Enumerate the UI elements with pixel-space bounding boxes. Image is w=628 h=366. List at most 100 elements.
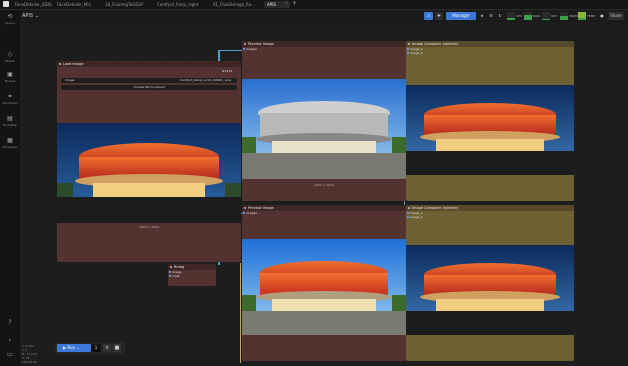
gpu-meter-fill <box>542 19 550 20</box>
link-wire <box>240 263 241 363</box>
sidebar-item-queue[interactable]: ⟲ Queue <box>0 13 20 26</box>
sidebar-item-templates[interactable]: ▦ Templates <box>0 137 20 150</box>
sidebar: ⟲ Queue ◇ Nodes ▣ Models ⚭ Workflows ▤ NodeMa… <box>0 10 21 366</box>
batch-count-input[interactable]: 1 <box>91 344 101 352</box>
preview-image-node-2[interactable]: Preview Image images <box>242 205 406 361</box>
map-icon: ▤ <box>7 115 13 122</box>
node-title[interactable]: Load Image <box>57 61 241 67</box>
star-icon: ★ <box>480 13 484 18</box>
share-button[interactable]: Share <box>608 12 624 20</box>
new-tab-icon[interactable]: + <box>292 0 297 7</box>
ram-meter <box>524 12 532 20</box>
sidebar-item-label: Templates <box>2 145 18 149</box>
canvas-stats: T: 0.00s I: 0 N: 17 [17] V: 28 FPS:60.00 <box>22 344 37 364</box>
temp-meter-fill <box>578 17 586 20</box>
input-slot[interactable]: image_b <box>406 51 574 55</box>
help-button[interactable]: ? <box>0 320 20 327</box>
cpu-meter <box>507 12 515 20</box>
graph-canvas[interactable]: Load Image #1234 image ComfyUI_temp_vyrj… <box>20 23 628 366</box>
image-comparer-node-2[interactable]: Image Comparer (rgthree) image_a image_b <box>406 205 574 361</box>
image-comparer-node-1[interactable]: Image Comparer (rgthree) image_a image_b <box>406 41 574 201</box>
sidebar-item-nodes[interactable]: ◇ Nodes <box>0 52 20 64</box>
red-pavilion-compare-image <box>406 85 574 175</box>
input-slot[interactable]: image_b <box>406 215 574 219</box>
comfy-logo-icon[interactable] <box>3 1 9 7</box>
ram-meter-fill <box>524 15 532 20</box>
gear-icon: ⚙ <box>489 13 493 18</box>
sidebar-item-label: NodeMap <box>2 123 18 127</box>
top-toolbar: APIS ⌄ ⚠ ✚ Manager ★ ⚙ ↻ CPU RAM GPU VRA… <box>20 10 628 23</box>
vram-meter-label: VRAM <box>569 14 578 18</box>
image-file-value: ComfyUI_temp_vyrjm_00001_.png <box>179 78 231 82</box>
cancel-button[interactable]: × <box>103 344 111 352</box>
sidebar-item-workflows[interactable]: ⚭ Workflows <box>0 94 20 106</box>
temp-meter-label: TEMP <box>587 14 596 18</box>
cpu-meter-fill <box>507 18 515 20</box>
loaded-image <box>57 123 241 223</box>
play-icon: ▶ <box>63 345 67 350</box>
input-slot[interactable]: images <box>242 211 406 215</box>
tab-flux-img-gguf[interactable]: 18_FluxImgToGGUF <box>102 1 148 8</box>
stop-button[interactable]: ■ <box>113 344 121 352</box>
workspace-name: APIS <box>22 13 34 19</box>
image-size-label: 1024 × 1024 <box>314 183 334 187</box>
chevron-down-icon: ⌄ <box>76 345 80 350</box>
help-icon: ? <box>8 319 12 326</box>
sidebar-item-label: Workflows <box>2 101 18 105</box>
close-tab-icon[interactable]: × <box>285 0 288 5</box>
template-icon: ▦ <box>7 137 13 144</box>
input-slot[interactable]: images <box>242 47 406 51</box>
link-wire <box>218 50 242 51</box>
stat-line: FPS:60.00 <box>22 360 38 364</box>
tab-bar: FaceDetailer_SDXL FaceDetailer_Mix 18_Fl… <box>0 0 628 10</box>
sidebar-item-label: Queue <box>5 21 15 25</box>
sidebar-item-nodemap[interactable]: ▤ NodeMap <box>0 115 20 128</box>
tab-comfyui-fresp[interactable]: ComfyUI_fresp_night <box>154 1 206 8</box>
star-button[interactable]: ★ <box>478 12 486 20</box>
vram-meter-fill <box>560 16 568 20</box>
run-button[interactable]: ▶ Run ⌄ <box>57 344 95 352</box>
stop-icon: ■ <box>114 345 120 351</box>
white-pavilion-image <box>242 79 406 179</box>
gpu-meter-label: GPU <box>551 14 558 18</box>
tab-faceDetailer-sdxl[interactable]: FaceDetailer_SDXL <box>12 1 58 8</box>
tab-flux-storage[interactable]: 01_FluxStorage_flu... <box>210 1 266 8</box>
image-combo-widget[interactable]: image ComfyUI_temp_vyrjm_00001_.png <box>61 78 237 83</box>
sidebar-item-models[interactable]: ▣ Models <box>0 71 20 84</box>
upload-button[interactable]: choose file to upload <box>61 85 237 90</box>
vram-meter <box>560 12 568 20</box>
restart-button[interactable]: ↻ <box>496 12 504 20</box>
gpu-meter <box>542 12 550 20</box>
cube-icon: ▣ <box>7 71 13 78</box>
sidebar-item-label: Models <box>4 79 16 83</box>
preview-image-2 <box>242 239 406 335</box>
refresh-icon: ↻ <box>498 13 502 18</box>
gear-button[interactable]: ⚙ <box>487 12 495 20</box>
console-button[interactable]: ⌞ <box>0 336 20 343</box>
alert-button[interactable]: ⚠ <box>424 12 433 20</box>
puzzle-icon: ✚ <box>437 13 441 18</box>
red-pavilion-day-image <box>242 239 406 335</box>
manager-button[interactable]: Manager <box>446 12 476 20</box>
ram-meter-label: RAM <box>533 14 540 18</box>
extension-button[interactable]: ✚ <box>435 12 443 20</box>
red-pavilion-image <box>57 123 241 223</box>
compare-image-1 <box>406 85 574 175</box>
user-button[interactable]: ● <box>598 12 606 20</box>
red-pavilion-compare-image <box>406 245 574 335</box>
close-icon: × <box>104 345 110 351</box>
load-image-node[interactable]: Load Image #1234 image ComfyUI_temp_vyrj… <box>57 61 241 262</box>
preview-image-node-1[interactable]: Preview Image images 1024 × 1024 <box>242 41 406 201</box>
workspace-selector[interactable]: APIS ⌄ <box>22 13 39 19</box>
warning-icon: ⚠ <box>426 13 431 18</box>
user-icon: ● <box>600 13 604 18</box>
history-icon: ⟲ <box>7 13 13 20</box>
chevron-down-icon: ⌄ <box>34 13 39 19</box>
keyboard-button[interactable]: ▭ <box>0 352 20 359</box>
rmbg-node[interactable]: Rmbg image mask <box>168 264 216 286</box>
manager-label: Manager <box>452 13 470 18</box>
combo-label: image <box>65 78 75 82</box>
tab-facedetailer-mix[interactable]: FaceDetailer_Mix <box>54 1 98 8</box>
sidebar-item-label: Nodes <box>5 59 15 63</box>
input-slot[interactable]: mask <box>168 274 216 278</box>
